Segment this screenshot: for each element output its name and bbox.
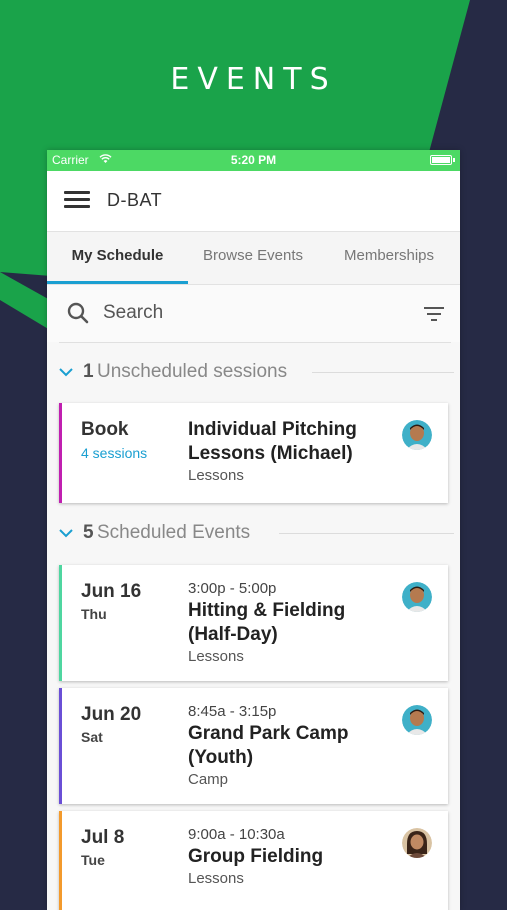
- unscheduled-count: 1: [83, 361, 94, 382]
- unscheduled-label: Unscheduled sessions: [97, 361, 288, 382]
- card-accent-bar: [59, 811, 62, 910]
- tab-my-schedule[interactable]: My Schedule: [47, 232, 188, 284]
- scheduled-count: 5: [83, 522, 94, 543]
- event-date: Jun 16: [81, 581, 142, 602]
- male-avatar: [402, 420, 432, 450]
- tab-memberships[interactable]: Memberships: [318, 232, 460, 284]
- event-card[interactable]: Jun 20 Sat 8:45a - 3:15p Grand Park Camp…: [59, 688, 448, 804]
- scheduled-label: Scheduled Events: [97, 522, 251, 543]
- event-card[interactable]: Jul 8 Tue 9:00a - 10:30a Group Fielding …: [59, 811, 448, 910]
- search-bar[interactable]: Search: [47, 285, 460, 342]
- event-title: Grand Park Camp (Youth): [188, 722, 393, 770]
- event-title-line2: (Youth): [188, 747, 254, 768]
- unscheduled-card[interactable]: Book 4 sessions Individual Pitching Less…: [59, 403, 448, 503]
- event-title: Hitting & Fielding (Half-Day): [188, 599, 393, 647]
- phone-screen: Carrier 5:20 PM D-BAT My Schedule Browse…: [47, 150, 460, 910]
- event-title-line2: Lessons (Michael): [188, 443, 353, 464]
- active-tab-indicator: [47, 281, 188, 284]
- event-type: Camp: [188, 771, 229, 788]
- tab-browse-events[interactable]: Browse Events: [188, 232, 318, 284]
- female-avatar: [402, 828, 432, 858]
- hamburger-menu-icon[interactable]: [64, 191, 90, 209]
- search-divider: [59, 342, 451, 343]
- event-title-line1: Grand Park Camp: [188, 723, 349, 744]
- battery-icon: [430, 155, 455, 165]
- event-date: Jun 20: [81, 704, 142, 725]
- chevron-down-icon: [59, 364, 73, 382]
- search-icon: [67, 302, 89, 329]
- card-accent-bar: [59, 565, 62, 681]
- event-title: Group Fielding: [188, 845, 393, 869]
- hero-title: EVENTS: [170, 62, 337, 97]
- tab-bar: My Schedule Browse Events Memberships: [47, 232, 460, 285]
- unscheduled-section-header[interactable]: 1 Unscheduled sessions: [59, 359, 454, 389]
- event-date: Jul 8: [81, 827, 125, 848]
- event-title-line1: Hitting & Fielding: [188, 600, 346, 621]
- status-bar: Carrier 5:20 PM: [47, 150, 460, 171]
- section-rule: [279, 533, 454, 534]
- event-card[interactable]: Jun 16 Thu 3:00p - 5:00p Hitting & Field…: [59, 565, 448, 681]
- event-type: Lessons: [188, 467, 244, 484]
- event-title-line1: Group Fielding: [188, 846, 324, 867]
- card-accent-bar: [59, 403, 62, 503]
- filter-icon[interactable]: [424, 307, 444, 321]
- card-accent-bar: [59, 688, 62, 804]
- event-time: 9:00a - 10:30a: [188, 826, 285, 843]
- sessions-link[interactable]: 4 sessions: [81, 445, 147, 461]
- male-avatar: [402, 705, 432, 735]
- app-bar: D-BAT: [47, 171, 460, 232]
- event-time: 8:45a - 3:15p: [188, 703, 277, 720]
- event-day: Sat: [81, 729, 103, 745]
- event-time: 3:00p - 5:00p: [188, 580, 277, 597]
- event-day: Thu: [81, 606, 107, 622]
- chevron-down-icon: [59, 525, 73, 543]
- status-time: 5:20 PM: [230, 153, 277, 167]
- event-day: Tue: [81, 852, 105, 868]
- search-input[interactable]: Search: [103, 302, 163, 324]
- book-label[interactable]: Book: [81, 419, 129, 441]
- event-type: Lessons: [188, 870, 244, 887]
- scheduled-section-header[interactable]: 5 Scheduled Events: [59, 520, 454, 550]
- section-rule: [312, 372, 454, 373]
- event-title-line2: (Half-Day): [188, 624, 278, 645]
- event-title: Individual Pitching Lessons (Michael): [188, 418, 393, 466]
- app-title: D-BAT: [107, 190, 163, 210]
- event-title-line1: Individual Pitching: [188, 419, 357, 440]
- event-type: Lessons: [188, 648, 244, 665]
- male-avatar: [402, 582, 432, 612]
